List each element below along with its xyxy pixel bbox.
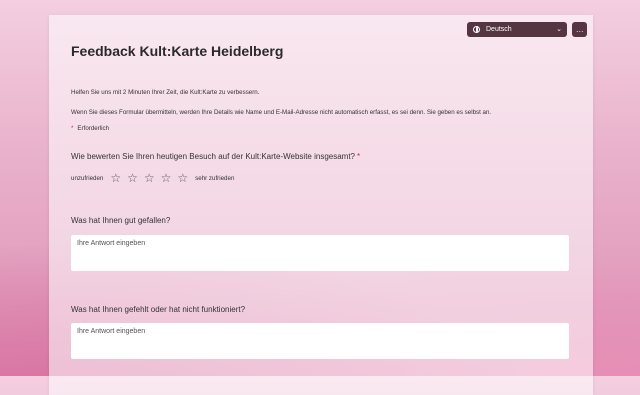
required-label: Erforderlich [77,125,110,132]
star-outline-icon[interactable]: ☆ [161,172,172,184]
language-select[interactable]: Deutsch ⌄ [467,22,567,37]
form-intro-1: Helfen Sie uns mit 2 Minuten Ihrer Zeit,… [71,89,260,96]
question-3-answer-input[interactable]: Ihre Antwort eingeben [71,323,569,359]
language-label: Deutsch [486,26,512,33]
star-outline-icon[interactable]: ☆ [127,172,138,184]
form-title: Feedback Kult:Karte Heidelberg [71,43,284,59]
question-2-answer-input[interactable]: Ihre Antwort eingeben [71,235,569,271]
required-note: * Erforderlich [71,125,109,132]
star-outline-icon[interactable]: ☆ [177,172,188,184]
form-intro-2: Wenn Sie dieses Formular übermitteln, we… [71,109,492,116]
star-outline-icon[interactable]: ☆ [144,172,155,184]
rating-min-label: unzufrieden [71,174,104,182]
question-2-title: Was hat Ihnen gut gefallen? [71,216,171,225]
required-asterisk: * [357,152,361,161]
rating-control: unzufrieden ☆ ☆ ☆ ☆ ☆ sehr zufrieden [71,172,234,184]
star-outline-icon[interactable]: ☆ [110,172,121,184]
globe-icon [473,26,480,33]
top-controls: Deutsch ⌄ … [467,22,587,37]
question-1-text: Wie bewerten Sie Ihren heutigen Besuch a… [71,152,356,161]
rating-max-label: sehr zufrieden [195,174,235,182]
question-3-title: Was hat Ihnen gefehlt oder hat nicht fun… [71,305,246,314]
question-1-title: Wie bewerten Sie Ihren heutigen Besuch a… [71,152,360,161]
chevron-down-icon: ⌄ [556,26,562,33]
more-options-button[interactable]: … [572,22,587,37]
required-asterisk: * [71,125,74,132]
form-card: Feedback Kult:Karte Heidelberg Helfen Si… [49,15,593,395]
